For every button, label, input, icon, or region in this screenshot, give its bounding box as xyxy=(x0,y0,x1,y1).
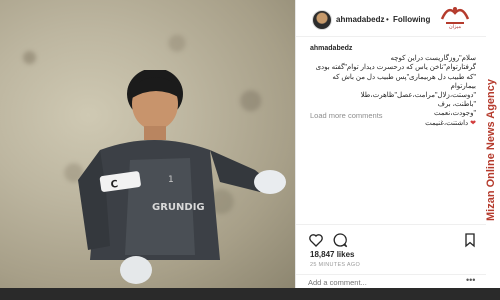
avatar[interactable] xyxy=(312,10,332,30)
load-more-comments-link[interactable]: Load more comments xyxy=(310,111,383,120)
agency-watermark: Mizan Online News Agency xyxy=(484,30,498,270)
like-count[interactable]: 18,847 likes xyxy=(310,250,354,259)
agency-name: Mizan Online News Agency xyxy=(485,78,497,222)
separator-dot: • xyxy=(386,15,389,24)
comment-bar: ••• xyxy=(296,274,486,289)
armband-letter: C xyxy=(110,179,119,191)
caption-line: ❤ داشتنت،غنیمت xyxy=(310,119,476,128)
more-options-icon[interactable]: ••• xyxy=(466,275,475,285)
bookmark-icon[interactable] xyxy=(462,232,478,248)
svg-text:1: 1 xyxy=(168,175,174,185)
post-actions: 18,847 likes 25 MINUTES AGO xyxy=(296,224,486,275)
post-timestamp: 25 MINUTES AGO xyxy=(310,262,361,268)
bottom-strip xyxy=(0,288,500,300)
caption-line: سلام"روزگاریست دراین کوچه xyxy=(390,55,476,63)
heart-emoji-icon: ❤ xyxy=(470,119,476,127)
following-button[interactable]: Following xyxy=(393,15,430,24)
username-link[interactable]: ahmadabedz xyxy=(336,15,384,24)
comment-input[interactable] xyxy=(308,276,448,288)
caption-username[interactable]: ahmadabedz xyxy=(310,44,476,53)
caption-line-text: داشتنت،غنیمت xyxy=(425,119,469,127)
caption-line: "باطنت، برف xyxy=(437,101,476,109)
caption-line: "که طبیب دل هربیماری"پس طبیب دل من باش ک… xyxy=(332,73,476,90)
logo-caption: میزان xyxy=(448,24,461,30)
jersey-sponsor: GRUNDIG xyxy=(152,202,205,213)
caption-line: "دوستت،زلال"مرامت،عصل"ظاهرت،طلا xyxy=(360,92,476,100)
heart-icon[interactable] xyxy=(308,232,324,248)
post-photo[interactable]: C GRUNDIG 1 xyxy=(0,0,295,288)
post-sidebar: ahmadabedz • Following ahmadabedz سلام"ر… xyxy=(295,0,500,288)
caption-line: گرفتارتوام"ناخن یاس که درحسرت دیدار توام… xyxy=(315,64,476,72)
comment-icon[interactable] xyxy=(332,232,348,248)
goalkeeper-figure: C GRUNDIG 1 xyxy=(78,70,286,284)
